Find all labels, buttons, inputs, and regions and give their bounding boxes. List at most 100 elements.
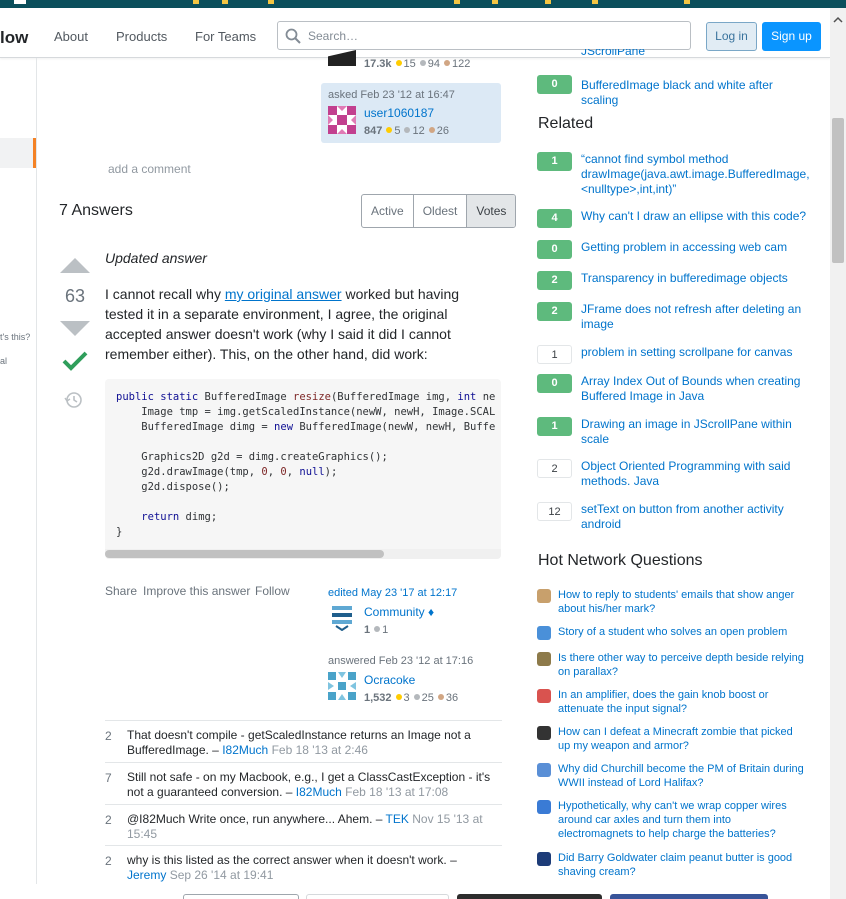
related-question-score: 1 — [537, 345, 572, 364]
comment-item: 7 Still not safe - on my Macbook, e.g., … — [105, 762, 502, 804]
comment-item: 2 That doesn't compile - getScaledInstan… — [105, 720, 502, 762]
community-avatar[interactable] — [331, 605, 353, 631]
follow-link[interactable]: Follow — [255, 584, 290, 598]
answerer-reputation: 1,532 3 25 36 — [364, 692, 459, 704]
comment-text: why is this listed as the correct answer… — [127, 853, 457, 867]
code-text: public static BufferedImage resize(Buffe… — [116, 391, 496, 538]
related-question-link[interactable]: Object Oriented Programming with said me… — [581, 459, 809, 489]
comment-item: 2 why is this listed as the correct answ… — [105, 845, 502, 885]
asker-card: asked Feb 23 '12 at 16:47 user1060187 84… — [321, 83, 501, 143]
related-question-score: 4 — [537, 209, 572, 228]
related-question-score: 2 — [537, 459, 572, 478]
gaming-site-icon — [537, 726, 551, 740]
add-comment-link[interactable]: add a comment — [108, 162, 191, 176]
comment-date[interactable]: Feb 18 '13 at 17:08 — [345, 785, 448, 799]
left-sidebar: t's this? al — [0, 58, 37, 899]
electronics-site-icon — [537, 689, 551, 703]
scroll-up-icon[interactable] — [830, 14, 846, 26]
asker-name-link[interactable]: user1060187 — [364, 106, 434, 120]
related-question-score: 12 — [537, 502, 572, 521]
sort-tab-oldest[interactable]: Oldest — [414, 195, 468, 227]
share-link[interactable]: Share — [105, 584, 137, 598]
community-user-link[interactable]: Community ♦ — [364, 605, 434, 619]
hot-network-question-link[interactable]: Hypothetically, why can't we wrap copper… — [558, 799, 808, 841]
editor-reputation: 17.3k 15 94 122 — [364, 58, 471, 70]
comment-text: @I82Much Write once, run anywhere... Ahe… — [127, 812, 383, 826]
comment-date[interactable]: Feb 18 '13 at 2:46 — [272, 743, 368, 757]
improve-answer-link[interactable]: Improve this answer — [143, 584, 250, 598]
hot-network-question-link[interactable]: In an amplifier, does the gain knob boos… — [558, 688, 808, 716]
site-logo[interactable]: low — [0, 28, 28, 48]
code-block: public static BufferedImage resize(Buffe… — [105, 379, 501, 559]
hot-network-question-link[interactable]: Story of a student who solves an open pr… — [558, 625, 808, 639]
related-heading: Related — [538, 115, 594, 132]
upvote-icon[interactable] — [60, 258, 90, 273]
search-icon — [285, 28, 301, 44]
related-question-link[interactable]: Why can't I draw an ellipse with this co… — [581, 209, 809, 224]
answer-sort-tabs: Active Oldest Votes — [361, 194, 517, 228]
comment-score: 2 — [105, 729, 112, 743]
hot-network-question-link[interactable]: Is there other way to perceive depth bes… — [558, 651, 808, 679]
related-question-score: 1 — [537, 417, 572, 436]
answerer-avatar[interactable] — [328, 672, 356, 700]
related-question-link[interactable]: Transparency in bufferedimage objects — [581, 271, 809, 286]
related-question-link[interactable]: JFrame does not refresh after deleting a… — [581, 302, 809, 332]
related-question-link[interactable]: Getting problem in accessing web cam — [581, 240, 809, 255]
nav-about[interactable]: About — [54, 29, 88, 44]
code-scrollbar-thumb[interactable] — [105, 550, 384, 558]
comment-user-link[interactable]: TEK — [386, 812, 409, 826]
hot-network-question-link[interactable]: How can I defeat a Minecraft zombie that… — [558, 725, 808, 753]
hot-network-question-link[interactable]: Why did Churchill become the PM of Brita… — [558, 762, 808, 790]
left-nav-selected-item[interactable] — [0, 138, 36, 168]
scrollbar-thumb[interactable] — [832, 118, 844, 263]
sort-tab-active[interactable]: Active — [362, 195, 414, 227]
login-button[interactable]: Log in — [706, 22, 757, 51]
linked-question-partial[interactable]: JScrollPane — [581, 49, 645, 59]
skeptics-site-icon — [537, 852, 551, 866]
vote-count: 63 — [64, 286, 86, 306]
nav-products[interactable]: Products — [116, 29, 167, 44]
hot-network-heading: Hot Network Questions — [538, 552, 703, 569]
comment-user-link[interactable]: I82Much — [222, 743, 268, 757]
hot-network-question-link[interactable]: Did Barry Goldwater claim peanut butter … — [558, 851, 808, 879]
history-site-icon — [537, 763, 551, 777]
comment-score: 2 — [105, 813, 112, 827]
linked-question-link[interactable]: BufferedImage black and white after scal… — [581, 78, 809, 108]
hot-network-question-link[interactable]: How to reply to students' emails that sh… — [558, 588, 808, 616]
asker-reputation: 847 5 12 26 — [364, 125, 449, 137]
related-question-link[interactable]: setText on button from another activity … — [581, 502, 809, 532]
search-input[interactable]: Search… — [277, 21, 691, 50]
related-question-score: 1 — [537, 152, 572, 171]
answers-count-heading: 7 Answers — [59, 202, 133, 219]
left-nav-text-fragment: t's this? — [0, 332, 31, 342]
hsm-site-icon — [537, 626, 551, 640]
comment-date[interactable]: Sep 26 '14 at 19:41 — [170, 868, 274, 882]
related-question-score: 2 — [537, 271, 572, 290]
comment-user-link[interactable]: I82Much — [296, 785, 342, 799]
academia-site-icon — [537, 589, 551, 603]
related-question-score: 0 — [537, 374, 572, 393]
sort-tab-votes[interactable]: Votes — [467, 195, 516, 227]
original-answer-link[interactable]: my original answer — [225, 286, 342, 302]
history-icon[interactable] — [64, 390, 84, 410]
asker-avatar[interactable] — [328, 106, 356, 134]
answer-heading: Updated answer — [105, 250, 207, 266]
top-bar: low About Products For Teams Search… Log… — [0, 8, 830, 58]
related-question-score: 2 — [537, 302, 572, 321]
signup-button[interactable]: Sign up — [762, 22, 821, 51]
downvote-icon[interactable] — [60, 321, 90, 336]
comment-score: 7 — [105, 771, 112, 785]
comment-item: 2 @I82Much Write once, run anywhere... A… — [105, 804, 502, 846]
related-question-link[interactable]: problem in setting scrollpane for canvas — [581, 345, 809, 360]
related-question-link[interactable]: Array Index Out of Bounds when creating … — [581, 374, 809, 404]
answerer-name-link[interactable]: Ocracoke — [364, 673, 415, 687]
edited-date-link[interactable]: edited May 23 '17 at 12:17 — [328, 587, 457, 599]
related-question-link[interactable]: Drawing an image in JScrollPane within s… — [581, 417, 809, 447]
related-question-link[interactable]: “cannot find symbol method drawImage(jav… — [581, 152, 810, 197]
asked-date: asked Feb 23 '12 at 16:47 — [328, 89, 455, 101]
comment-score: 2 — [105, 854, 112, 868]
nav-for-teams[interactable]: For Teams — [195, 29, 256, 44]
page-scrollbar[interactable] — [830, 8, 846, 899]
comment-user-link[interactable]: Jeremy — [127, 868, 166, 882]
physics-site-icon — [537, 800, 551, 814]
